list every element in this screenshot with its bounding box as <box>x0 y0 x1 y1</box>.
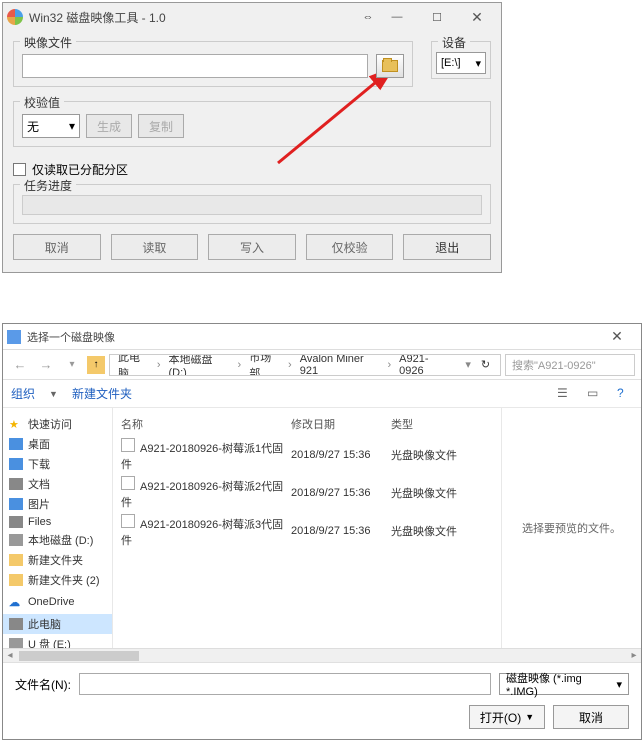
doc-icon <box>9 478 23 490</box>
sidebar-item[interactable]: 桌面 <box>3 434 112 454</box>
app-icon <box>7 9 23 25</box>
dialog-close-button[interactable]: ✕ <box>597 327 637 347</box>
sidebar-item[interactable]: U 盘 (E:) <box>3 634 112 648</box>
file-row[interactable]: A921-20180926-树莓派3代固件2018/9/27 15:36光盘映像… <box>121 512 493 550</box>
chevron-down-icon: ▾ <box>475 57 481 70</box>
chevron-down-icon: ▾ <box>69 119 75 133</box>
exit-button[interactable]: 退出 <box>403 234 491 260</box>
sidebar-item[interactable]: 此电脑 <box>3 614 112 634</box>
sidebar-item[interactable]: 图片 <box>3 494 112 514</box>
sidebar-item[interactable]: 本地磁盘 (D:) <box>3 530 112 550</box>
column-date[interactable]: 修改日期 <box>291 416 391 432</box>
sidebar-item-label: 此电脑 <box>28 616 61 632</box>
sidebar-item[interactable]: ☁ OneDrive <box>3 594 112 610</box>
cancel-button[interactable]: 取消 <box>13 234 101 260</box>
nav-up-button[interactable]: ↑ <box>87 356 105 374</box>
disk-icon <box>9 638 23 648</box>
download-icon <box>9 458 23 470</box>
generate-button[interactable]: 生成 <box>86 114 132 138</box>
folder-icon <box>382 60 398 72</box>
folder-icon <box>9 554 23 566</box>
sidebar-item[interactable]: 下载 <box>3 454 112 474</box>
dialog-title: 选择一个磁盘映像 <box>27 329 597 345</box>
search-input[interactable]: 搜索"A921-0926" <box>505 354 635 376</box>
progress-bar <box>22 195 482 215</box>
copy-button[interactable]: 复制 <box>138 114 184 138</box>
sidebar-item[interactable]: 新建文件夹 (2) <box>3 570 112 590</box>
sidebar-item-label: 新建文件夹 <box>28 552 83 568</box>
column-type[interactable]: 类型 <box>391 416 493 432</box>
filename-label: 文件名(N): <box>15 676 71 693</box>
sidebar-item[interactable]: 文档 <box>3 474 112 494</box>
pic-icon <box>9 498 23 510</box>
device-select[interactable]: [E:\]▾ <box>436 52 486 74</box>
chevron-down-icon: ▾ <box>616 678 622 691</box>
chevron-down-icon: ▼ <box>525 712 534 722</box>
open-button[interactable]: 打开(O)▼ <box>469 705 545 729</box>
cancel-button[interactable]: 取消 <box>553 705 629 729</box>
file-row[interactable]: A921-20180926-树莓派2代固件2018/9/27 15:36光盘映像… <box>121 474 493 512</box>
sidebar-item-label: 快速访问 <box>28 416 72 432</box>
sidebar-item-label: 文档 <box>28 476 50 492</box>
sidebar-item-label: 新建文件夹 (2) <box>28 572 100 588</box>
file-icon <box>121 438 135 452</box>
sidebar-item-label: Files <box>28 516 51 528</box>
device-label: 设备 <box>438 34 470 51</box>
task-progress-label: 任务进度 <box>20 177 76 194</box>
file-row[interactable]: A921-20180926-树莓派1代固件2018/9/27 15:36光盘映像… <box>121 436 493 474</box>
column-name[interactable]: 名称 <box>121 416 291 432</box>
refresh-icon[interactable]: ↻ <box>475 358 496 371</box>
file-icon <box>121 476 135 490</box>
hash-label: 校验值 <box>20 94 64 111</box>
folder-icon <box>9 574 23 586</box>
close-button[interactable]: ✕ <box>457 7 497 27</box>
filename-input[interactable] <box>79 673 491 695</box>
nav-forward-button[interactable]: → <box>35 354 57 376</box>
sidebar-item-label: 本地磁盘 (D:) <box>28 532 93 548</box>
sidebar-item-label: 桌面 <box>28 436 50 452</box>
nav-back-button[interactable]: ← <box>9 354 31 376</box>
preview-pane: 选择要预览的文件。 <box>501 408 641 648</box>
pc-icon <box>9 618 23 630</box>
desktop-icon <box>9 438 23 450</box>
sidebar-item-label: OneDrive <box>28 596 74 608</box>
preview-toggle-icon[interactable]: ▭ <box>587 386 603 402</box>
star-icon: ★ <box>9 418 23 430</box>
nav-history-button[interactable]: ▾ <box>61 354 83 376</box>
view-icon[interactable]: ☰ <box>557 386 573 402</box>
filetype-select[interactable]: 磁盘映像 (*.img *.IMG)▾ <box>499 673 629 695</box>
new-folder-button[interactable]: 新建文件夹 <box>72 385 132 402</box>
files-icon <box>9 516 23 528</box>
browse-button[interactable] <box>376 54 404 78</box>
window-title: Win32 磁盘映像工具 - 1.0 <box>29 9 359 26</box>
read-allocated-checkbox[interactable] <box>13 163 26 176</box>
resize-handle-icon[interactable]: ⇔ <box>359 11 377 23</box>
sidebar-item-label: U 盘 (E:) <box>28 636 71 648</box>
write-button[interactable]: 写入 <box>208 234 296 260</box>
read-button[interactable]: 读取 <box>111 234 199 260</box>
help-icon[interactable]: ? <box>617 386 633 402</box>
sidebar-item-label: 下载 <box>28 456 50 472</box>
image-file-label: 映像文件 <box>20 34 76 51</box>
disk-icon <box>9 534 23 546</box>
sidebar-item[interactable]: 新建文件夹 <box>3 550 112 570</box>
breadcrumb[interactable]: 此电脑› 本地磁盘 (D:)› 市场部› Avalon Miner 921› A… <box>109 354 501 376</box>
file-icon <box>121 514 135 528</box>
image-file-input[interactable] <box>22 54 368 78</box>
maximize-button[interactable]: ☐ <box>417 7 457 27</box>
hash-select[interactable]: 无▾ <box>22 114 80 138</box>
horizontal-scrollbar[interactable]: ◂▸ <box>3 648 641 662</box>
onedrive-icon: ☁ <box>9 596 23 608</box>
sidebar-item-label: 图片 <box>28 496 50 512</box>
sidebar-item[interactable]: ★ 快速访问 <box>3 414 112 434</box>
minimize-button[interactable]: — <box>377 7 417 27</box>
read-allocated-label: 仅读取已分配分区 <box>32 161 128 178</box>
verify-button[interactable]: 仅校验 <box>306 234 394 260</box>
dialog-icon <box>7 330 21 344</box>
sidebar-item[interactable]: Files <box>3 514 112 530</box>
organize-menu[interactable]: 组织 <box>11 385 35 402</box>
